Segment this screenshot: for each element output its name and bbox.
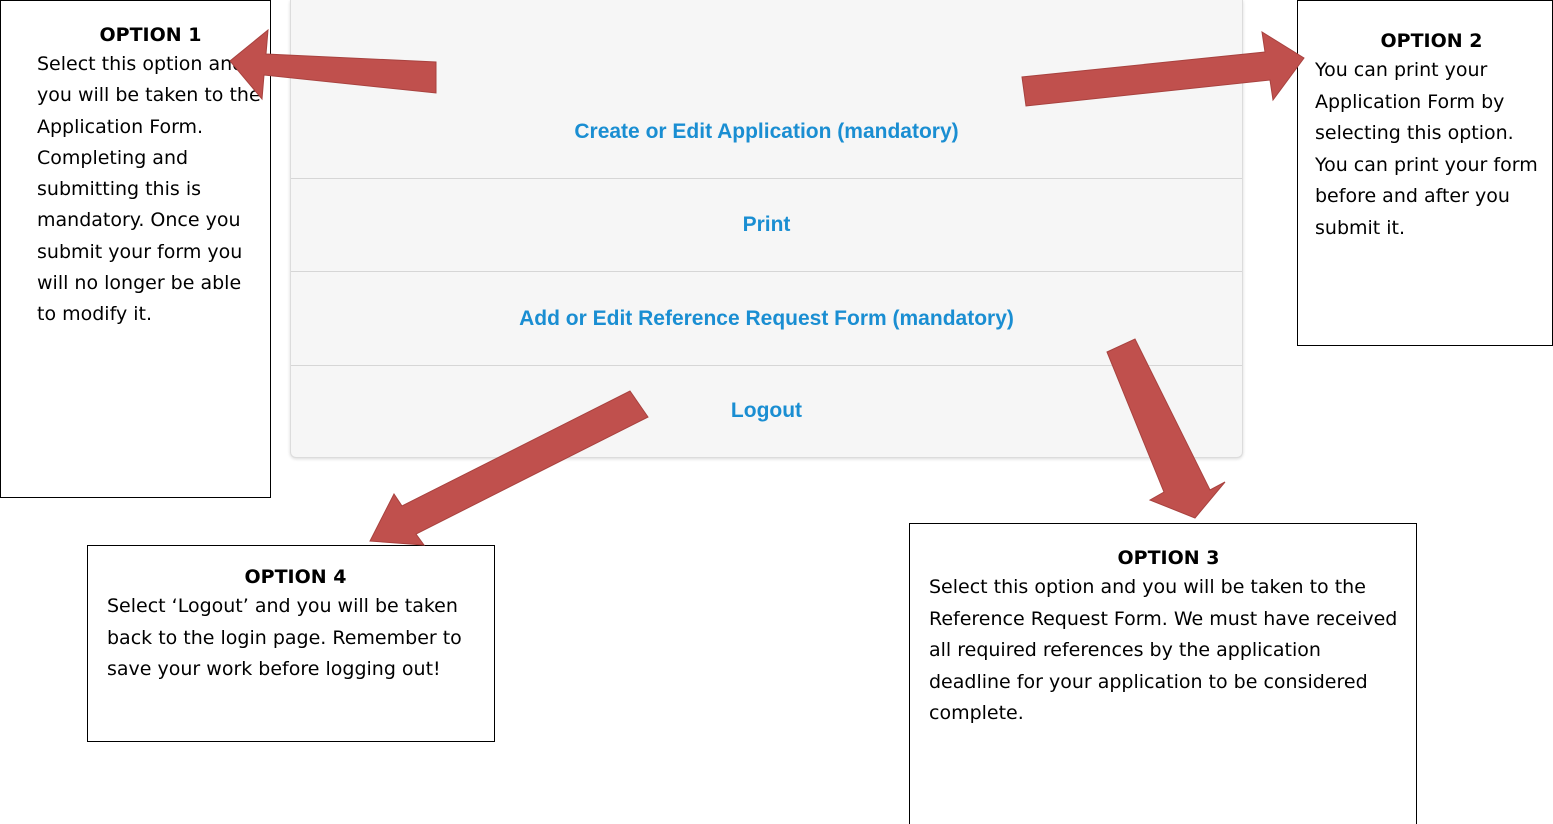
callout-body: Select this option and you will be taken… — [929, 576, 1398, 724]
callout-option-4: OPTION 4 Select ‘Logout’ and you will be… — [87, 545, 495, 742]
print-button[interactable]: Print — [291, 179, 1242, 271]
callout-title: OPTION 1 — [99, 24, 202, 46]
main-menu-panel: Create or Edit Application (mandatory) P… — [290, 0, 1243, 458]
callout-option-1: OPTION 1 Select this option and you will… — [0, 0, 271, 498]
callout-body: Select ‘Logout’ and you will be taken ba… — [107, 595, 462, 680]
add-edit-reference-request-button[interactable]: Add or Edit Reference Request Form (mand… — [291, 272, 1242, 365]
callout-title: OPTION 4 — [244, 566, 347, 588]
callout-option-2: OPTION 2 You can print your Application … — [1297, 0, 1553, 346]
logout-button[interactable]: Logout — [291, 366, 1242, 456]
create-edit-application-button[interactable]: Create or Edit Application (mandatory) — [291, 86, 1242, 178]
callout-body: You can print your Application Form by s… — [1315, 59, 1538, 239]
callout-body: Select this option and you will be taken… — [37, 53, 261, 326]
callout-title: OPTION 3 — [1117, 547, 1220, 569]
callout-title: OPTION 2 — [1380, 30, 1483, 52]
callout-option-3: OPTION 3 Select this option and you will… — [909, 523, 1417, 824]
